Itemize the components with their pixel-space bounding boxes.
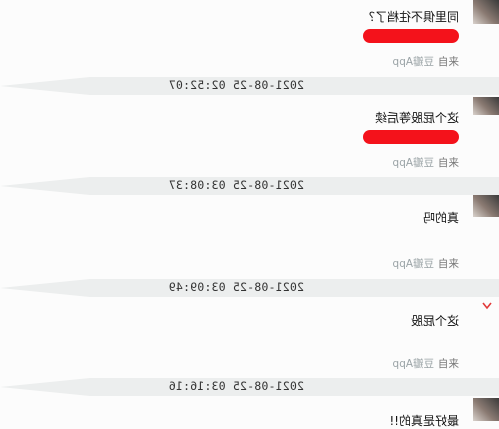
timestamp: 2021-08-25 03:09:49 [168,280,304,294]
source-app-link[interactable]: 豆瓣App [392,56,434,68]
comment-text: 这个屁股等后续 [374,111,459,125]
timestamp: 2021-08-25 03:08:37 [168,178,304,192]
timestamp-bar: 2021-08-25 03:08:37 [0,177,499,195]
redaction-bar [363,130,459,144]
user-avatar[interactable] [481,297,493,310]
user-avatar[interactable] [473,398,499,421]
timestamp: 2021-08-25 02:52:07 [168,78,304,92]
timestamp-bar: 2021-08-25 02:52:07 [0,77,499,95]
source-label: 来自 [438,358,459,370]
source-label: 来自 [438,56,459,68]
source-app-link[interactable]: 豆瓣App [392,258,434,270]
comment-source: 来自豆瓣App [392,256,459,271]
comment-source: 来自豆瓣App [392,155,459,170]
comment-source: 来自豆瓣App [392,54,459,69]
comment-text: 这个屁股 [410,314,459,328]
source-label: 来自 [438,157,459,169]
comment-text: 同里俱不往档了？ [362,10,459,24]
user-avatar[interactable] [473,97,499,115]
comment-text: 真的吗 [422,211,459,225]
comment-source: 来自豆瓣App [392,356,459,371]
source-app-link[interactable]: 豆瓣App [392,157,434,169]
redaction-bar [363,29,459,43]
comment-thread: 同里俱不往档了？ 来自豆瓣App 2021-08-25 02:52:07 这个屁… [0,0,499,428]
source-label: 来自 [438,258,459,270]
user-avatar[interactable] [473,0,499,24]
user-avatar[interactable] [473,195,499,217]
timestamp: 2021-08-25 03:16:16 [168,379,304,393]
heart-icon [482,302,492,310]
source-app-link[interactable]: 豆瓣App [392,358,434,370]
timestamp-bar: 2021-08-25 03:16:16 [0,378,499,396]
timestamp-bar: 2021-08-25 03:09:49 [0,279,499,297]
